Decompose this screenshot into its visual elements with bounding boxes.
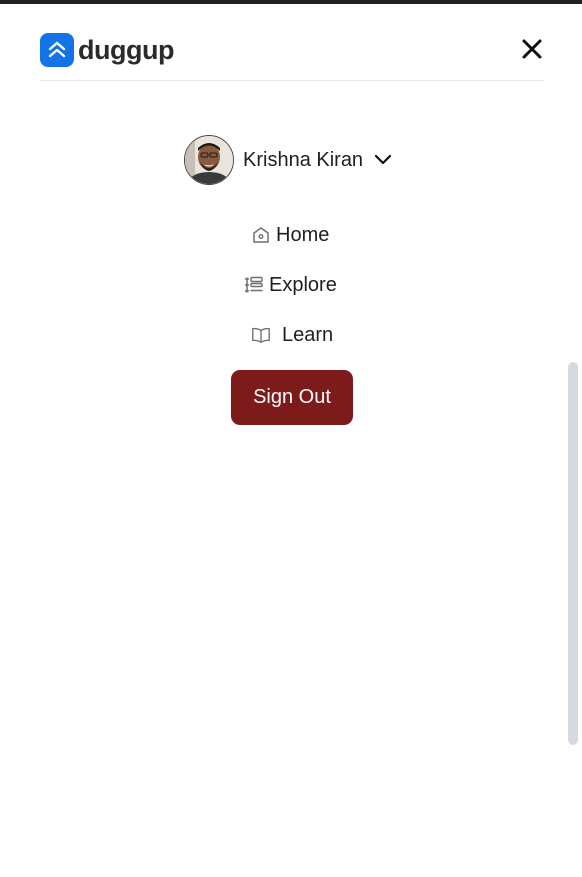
brand-name: duggup [78, 35, 174, 65]
mobile-menu-page: duggup Krishna Kiran Home Explore Learn … [0, 0, 582, 877]
sign-out-button[interactable]: Sign Out [231, 370, 353, 425]
scrollbar-thumb[interactable] [568, 362, 578, 745]
menu-header: duggup [40, 30, 544, 81]
close-button[interactable] [520, 37, 544, 61]
nav-item-label: Explore [269, 273, 337, 296]
book-icon [251, 325, 271, 345]
browser-top-strip [0, 0, 582, 4]
scrollbar[interactable] [568, 362, 578, 745]
double-chevron-up-icon [40, 33, 74, 67]
brand-logo[interactable]: duggup [40, 33, 174, 67]
nav-item-home[interactable]: Home [251, 220, 329, 250]
nav-item-label: Home [276, 223, 330, 246]
chevron-down-icon [374, 151, 392, 169]
nav-item-learn[interactable]: Learn [251, 320, 333, 350]
user-name: Krishna Kiran [243, 148, 364, 171]
close-icon [522, 39, 542, 59]
list-icon [244, 275, 264, 295]
nav-item-explore[interactable]: Explore [244, 270, 337, 300]
nav-item-label: Learn [282, 323, 334, 346]
avatar [184, 135, 234, 185]
home-icon [251, 225, 271, 245]
user-menu-toggle[interactable]: Krishna Kiran [184, 134, 392, 186]
